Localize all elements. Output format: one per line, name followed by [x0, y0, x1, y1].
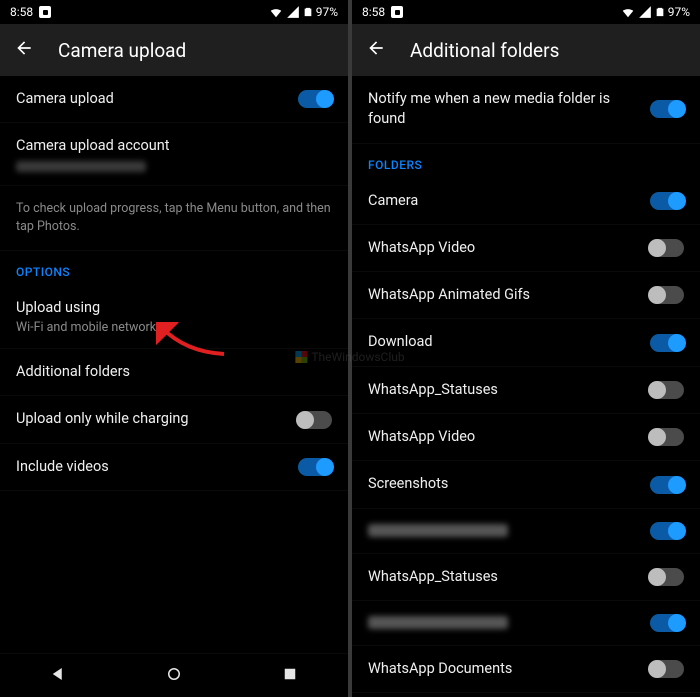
folder-row[interactable]: WhatsApp Animated Gifs: [352, 693, 700, 697]
row-camera-upload[interactable]: Camera upload: [0, 76, 348, 123]
folder-toggle[interactable]: [650, 381, 684, 399]
section-header-options: OPTIONS: [0, 251, 348, 285]
row-label: Notify me when a new media folder is fou…: [368, 89, 650, 130]
folder-row[interactable]: [352, 601, 700, 646]
folder-toggle[interactable]: [650, 239, 684, 257]
folder-row[interactable]: WhatsApp Video: [352, 225, 700, 272]
folder-row[interactable]: WhatsApp Video: [352, 414, 700, 461]
folder-label: Camera: [368, 191, 650, 211]
folder-toggle[interactable]: [650, 192, 684, 210]
folder-toggle[interactable]: [650, 476, 684, 494]
folder-row[interactable]: Screenshots: [352, 461, 700, 508]
row-info-text: To check upload progress, tap the Menu b…: [0, 186, 348, 251]
section-header-folders: FOLDERS: [352, 144, 700, 178]
notification-icon: [391, 6, 403, 18]
wifi-icon: [621, 5, 635, 19]
folder-label: WhatsApp Video: [368, 427, 650, 447]
row-upload-charging[interactable]: Upload only while charging: [0, 396, 348, 443]
page-title: Additional folders: [410, 39, 559, 62]
status-time: 8:58: [362, 5, 385, 19]
toggle-camera-upload[interactable]: [298, 90, 332, 108]
phone-right: 8:58 97% Additional folders Notify me wh…: [352, 0, 700, 697]
nav-back-icon[interactable]: [49, 665, 67, 687]
status-time: 8:58: [10, 5, 33, 19]
folder-row[interactable]: Camera: [352, 178, 700, 225]
page-title: Camera upload: [58, 39, 186, 62]
folder-toggle[interactable]: [650, 428, 684, 446]
toggle-notify[interactable]: [650, 100, 684, 118]
nav-home-icon[interactable]: [165, 665, 183, 687]
folder-toggle[interactable]: [650, 522, 684, 540]
signal-icon: [638, 5, 652, 19]
folder-toggle[interactable]: [650, 286, 684, 304]
folder-row[interactable]: WhatsApp_Statuses: [352, 554, 700, 601]
notification-icon: [39, 6, 51, 18]
navigation-bar: [0, 653, 348, 697]
toggle-include-videos[interactable]: [298, 458, 332, 476]
folder-toggle[interactable]: [650, 334, 684, 352]
row-notify-new-folder[interactable]: Notify me when a new media folder is fou…: [352, 76, 700, 144]
folder-label: WhatsApp_Statuses: [368, 380, 650, 400]
row-account[interactable]: Camera upload account: [0, 123, 348, 185]
row-label: Camera upload: [16, 89, 298, 109]
signal-icon: [286, 5, 300, 19]
folder-toggle[interactable]: [650, 568, 684, 586]
back-icon[interactable]: [14, 38, 34, 62]
folder-row[interactable]: WhatsApp Documents: [352, 646, 700, 693]
row-label: Upload only while charging: [16, 409, 298, 429]
back-icon[interactable]: [366, 38, 386, 62]
folder-row[interactable]: [352, 509, 700, 554]
folder-label: WhatsApp Animated Gifs: [368, 285, 650, 305]
status-bar: 8:58 97%: [0, 0, 348, 24]
info-text: To check upload progress, tap the Menu b…: [16, 200, 332, 236]
battery-icon: [655, 5, 665, 19]
folder-label: WhatsApp Video: [368, 238, 650, 258]
row-additional-folders[interactable]: Additional folders: [0, 349, 348, 396]
row-label: Additional folders: [16, 362, 332, 382]
folder-row[interactable]: WhatsApp Animated Gifs: [352, 272, 700, 319]
folder-row[interactable]: Download: [352, 319, 700, 366]
folder-row[interactable]: WhatsApp_Statuses: [352, 367, 700, 414]
phone-left: 8:58 97% Camera upload Camera upload: [0, 0, 348, 697]
row-label: Include videos: [16, 457, 298, 477]
settings-list: Camera upload Camera upload account To c…: [0, 76, 348, 653]
row-include-videos[interactable]: Include videos: [0, 444, 348, 491]
nav-recents-icon[interactable]: [281, 665, 299, 687]
wifi-icon: [269, 5, 283, 19]
folder-label: WhatsApp Documents: [368, 659, 650, 679]
folder-toggle[interactable]: [650, 660, 684, 678]
toggle-upload-charging[interactable]: [298, 411, 332, 429]
battery-percent: 97%: [316, 5, 338, 19]
status-bar: 8:58 97%: [352, 0, 700, 24]
folder-label: Download: [368, 332, 650, 352]
folder-label-blurred: [368, 616, 508, 629]
battery-percent: 97%: [668, 5, 690, 19]
app-bar: Additional folders: [352, 24, 700, 76]
row-label: Camera upload account: [16, 136, 332, 156]
row-upload-using[interactable]: Upload using Wi-Fi and mobile network: [0, 285, 348, 349]
row-sublabel: Wi-Fi and mobile network: [16, 320, 332, 335]
row-label: Upload using: [16, 298, 332, 318]
folder-label: WhatsApp_Statuses: [368, 567, 650, 587]
app-bar: Camera upload: [0, 24, 348, 76]
folders-list: Notify me when a new media folder is fou…: [352, 76, 700, 697]
battery-icon: [303, 5, 313, 19]
folder-label-blurred: [368, 524, 508, 537]
account-email-blurred: [16, 161, 146, 172]
folder-label: Screenshots: [368, 474, 650, 494]
folder-toggle[interactable]: [650, 614, 684, 632]
